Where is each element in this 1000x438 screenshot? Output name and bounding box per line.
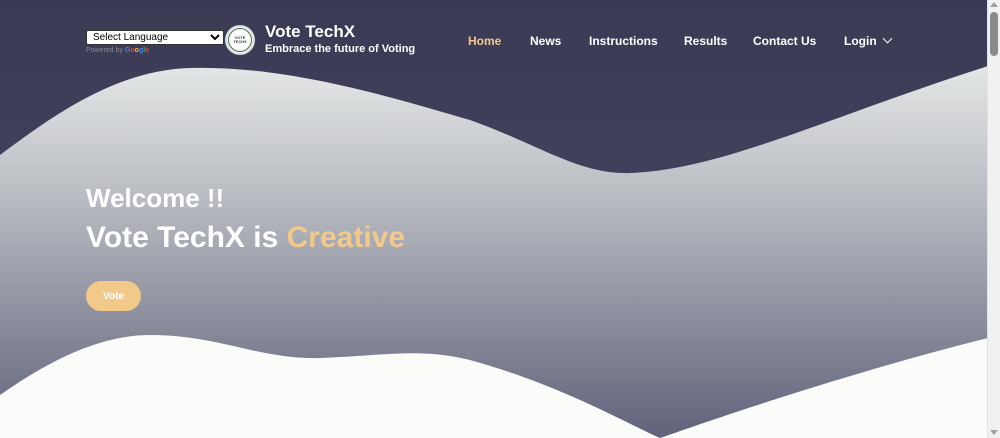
hero-background-waves [0,0,988,438]
language-select[interactable]: Select Language [86,30,224,45]
nav-instructions[interactable]: Instructions [589,34,658,48]
hero-headline-prefix: Vote TechX is [86,221,287,254]
nav-results[interactable]: Results [684,34,727,48]
scrollbar-thumb[interactable] [990,12,998,56]
hero-section [0,0,988,438]
hero-welcome: Welcome !! [86,183,225,213]
brand-logo[interactable]: VOTE TECHX [225,25,255,55]
brand-logo-emblem: VOTE TECHX [228,28,252,52]
nav-login[interactable]: Login [844,33,893,48]
google-translate-widget: Select Language Powered by Google [86,27,224,54]
hero-headline-accent: Creative [286,221,406,254]
page-scrollbar[interactable] [987,0,1000,438]
brand-title[interactable]: Vote TechX [265,22,355,42]
nav-home[interactable]: Home [468,34,501,48]
scroll-up-arrow-icon[interactable] [990,2,998,7]
chevron-down-icon [882,33,893,44]
google-logo-text: Google [124,47,150,54]
brand-tagline: Embrace the future of Voting [265,43,416,55]
vote-button[interactable]: Vote [86,281,141,311]
powered-by-google: Powered by Google [86,47,150,54]
nav-contact-us[interactable]: Contact Us [753,34,816,48]
nav-news[interactable]: News [530,34,561,48]
nav-login-label: Login [844,34,877,48]
scroll-down-arrow-icon[interactable] [990,430,998,435]
hero-headline: Vote TechX is Creative [86,221,405,255]
